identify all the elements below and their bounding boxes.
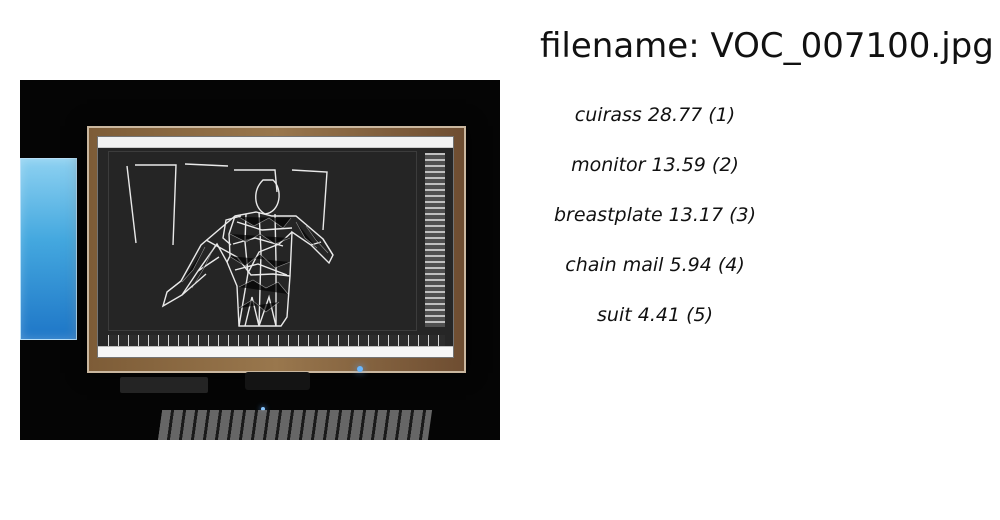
monitor-screen	[97, 136, 454, 358]
prediction-item-3: breastplate 13.17 (3)	[553, 204, 757, 226]
keyboard	[157, 410, 433, 440]
blue-power-light	[357, 366, 363, 372]
prediction-item-1: cuirass 28.77 (1)	[574, 104, 736, 126]
armor-wireframe-model	[126, 163, 334, 327]
software-bottom-bar	[98, 346, 453, 357]
left-monitor-screen	[20, 158, 77, 340]
3d-viewport	[108, 151, 417, 331]
monitor-base	[120, 377, 208, 393]
prediction-item-4: chain mail 5.94 (4)	[565, 254, 745, 276]
software-top-bar	[98, 137, 453, 148]
filename-heading: filename: VOC_007100.jpg	[540, 26, 994, 66]
desk-device	[245, 372, 310, 390]
prediction-item-2: monitor 13.59 (2)	[571, 154, 739, 176]
analyzed-photo	[20, 80, 500, 440]
prediction-item-5: suit 4.41 (5)	[597, 304, 713, 326]
software-side-panel	[425, 153, 445, 327]
computer-monitor	[87, 126, 466, 373]
